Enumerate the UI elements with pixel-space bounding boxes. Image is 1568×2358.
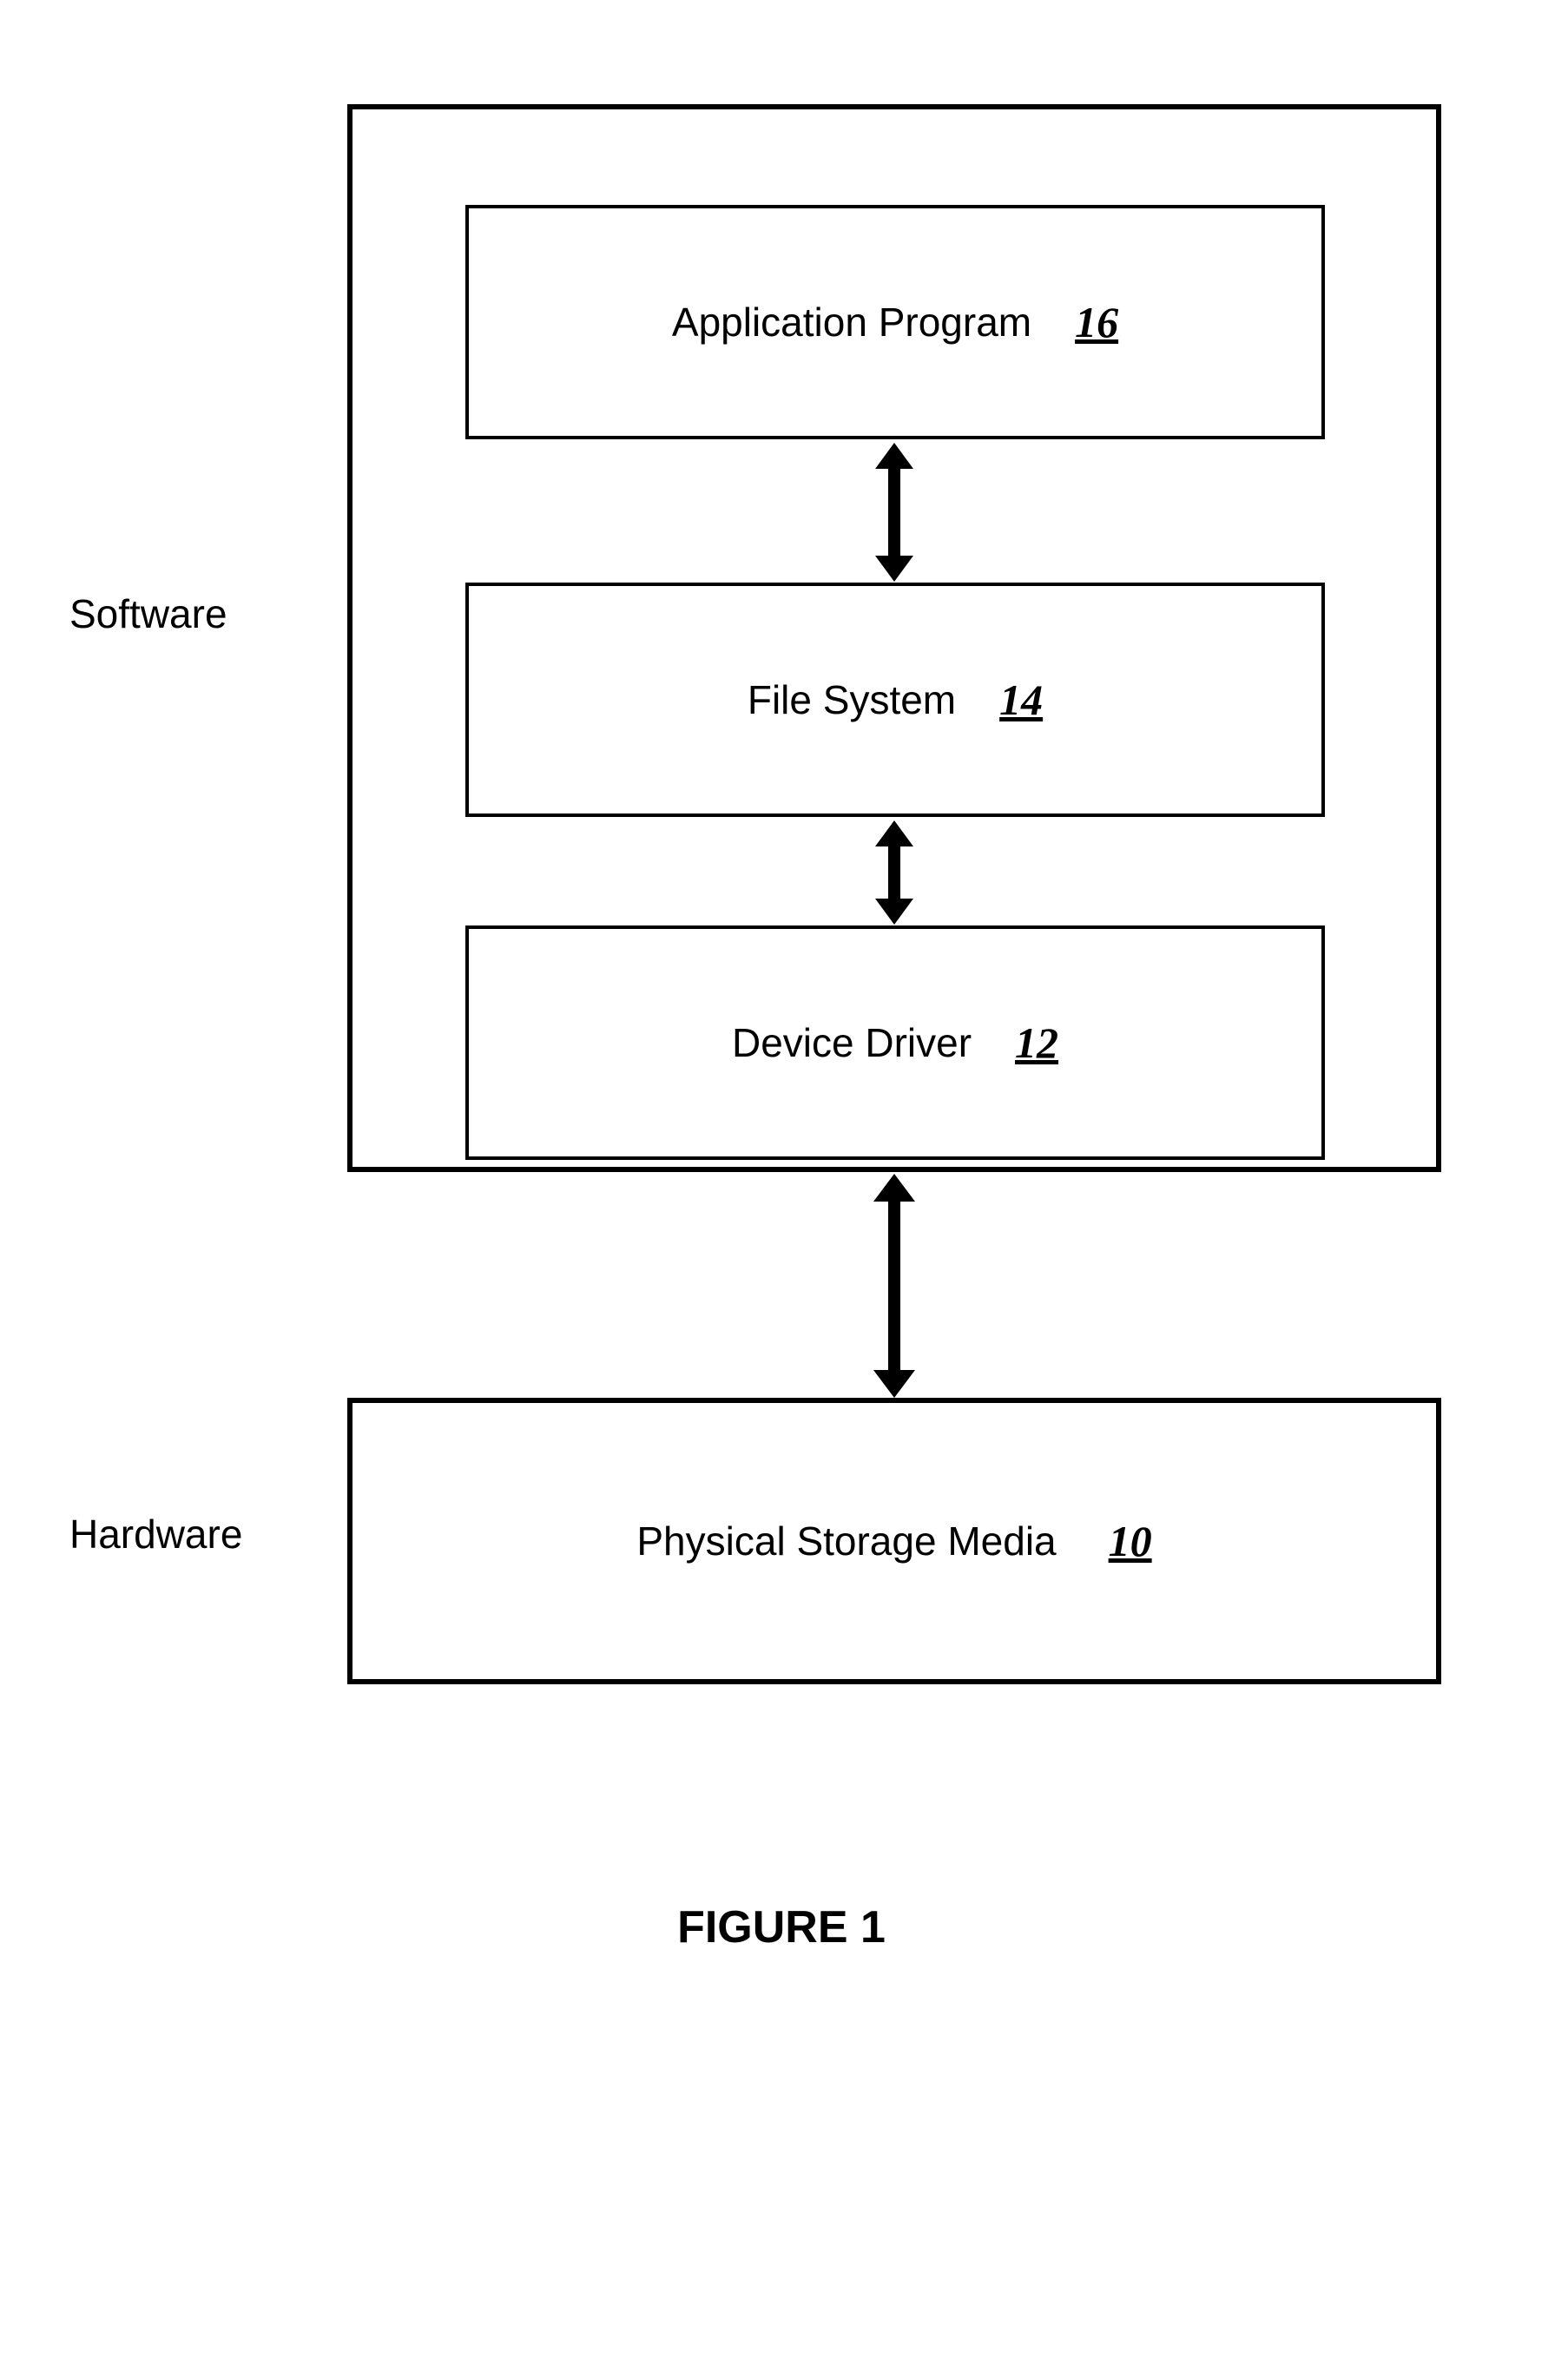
label-hardware: Hardware: [69, 1511, 242, 1558]
arrow-bidirectional-icon: [888, 464, 900, 561]
box-label: Device Driver: [732, 1019, 972, 1066]
box-device-driver: Device Driver 12: [465, 925, 1325, 1160]
arrow-bidirectional-icon: [888, 1196, 900, 1375]
arrow-bidirectional-icon: [888, 841, 900, 904]
figure-caption: FIGURE 1: [69, 1901, 1493, 1953]
ref-number: 10: [1109, 1516, 1152, 1566]
box-label: Application Program: [672, 299, 1031, 346]
label-software: Software: [69, 590, 227, 637]
software-group-box: Application Program 16 File System 14 De…: [347, 104, 1441, 1172]
ref-number: 12: [1015, 1018, 1058, 1068]
ref-number: 14: [999, 675, 1043, 725]
box-application-program: Application Program 16: [465, 205, 1325, 439]
box-label: Physical Storage Media: [636, 1518, 1056, 1564]
box-physical-storage: Physical Storage Media 10: [347, 1398, 1441, 1684]
ref-number: 16: [1075, 297, 1118, 347]
box-label: File System: [748, 676, 956, 723]
box-file-system: File System 14: [465, 583, 1325, 817]
